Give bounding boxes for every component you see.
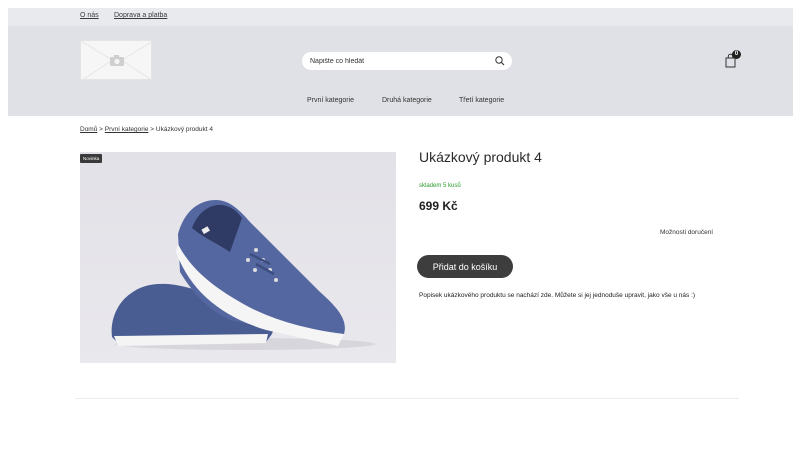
breadcrumb-home[interactable]: Domů	[80, 126, 97, 133]
search-input[interactable]	[310, 54, 480, 68]
breadcrumb-current: Ukázkový produkt 4	[155, 126, 213, 133]
logo-placeholder[interactable]	[80, 40, 153, 81]
search-box	[302, 52, 512, 70]
new-badge: Novinka	[80, 154, 103, 163]
product-image[interactable]: Novinka	[80, 152, 396, 363]
stock-status: skladem 5 kusů	[419, 183, 461, 189]
breadcrumb-separator: >	[99, 126, 103, 133]
link-about-us[interactable]: O nás	[80, 12, 99, 19]
breadcrumb: Domů > První kategorie > Ukázkový produk…	[80, 126, 213, 133]
nav-item-second-category[interactable]: Druhá kategorie	[382, 97, 432, 104]
product-photo-shoes	[80, 152, 396, 363]
search-icon[interactable]	[494, 55, 506, 67]
cart-button[interactable]: 0	[723, 50, 743, 70]
delivery-options-link[interactable]: Možnosti doručení	[660, 229, 713, 236]
camera-icon	[81, 41, 153, 81]
breadcrumb-category[interactable]: První kategorie	[105, 126, 149, 133]
divider	[75, 398, 739, 399]
product-title: Ukázkový produkt 4	[419, 149, 542, 165]
top-bar: O nás Doprava a platba	[8, 8, 793, 26]
link-shipping-payment[interactable]: Doprava a platba	[114, 12, 167, 19]
add-to-cart-button[interactable]: Přidat do košíku	[417, 255, 513, 278]
header: 0 První kategorie Druhá kategorie Třetí …	[8, 26, 793, 116]
nav-item-third-category[interactable]: Třetí kategorie	[459, 97, 504, 104]
nav-item-first-category[interactable]: První kategorie	[307, 97, 354, 104]
breadcrumb-separator: >	[150, 126, 155, 133]
cart-count-badge: 0	[732, 50, 741, 59]
product-price: 699 Kč	[419, 199, 458, 213]
product-description: Popisek ukázkového produktu se nachází z…	[419, 292, 696, 299]
